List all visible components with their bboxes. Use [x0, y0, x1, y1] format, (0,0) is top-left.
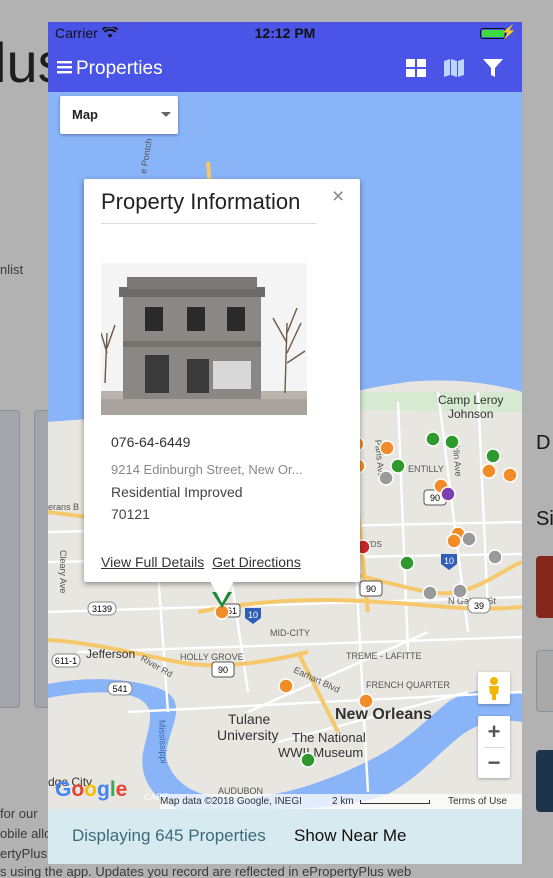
route-shield: 611-1: [55, 656, 77, 666]
property-marker[interactable]: [461, 531, 477, 547]
footer-bar: Displaying 645 Properties Show Near Me: [48, 809, 522, 864]
map-view-select-value: Map: [72, 107, 98, 122]
route-shield: 10: [248, 610, 258, 620]
map-label: University: [217, 727, 278, 743]
property-marker[interactable]: [399, 555, 415, 571]
route-shield: 90: [218, 665, 228, 675]
charging-icon: ⚡: [500, 24, 517, 39]
route-shield: 3139: [92, 604, 112, 614]
property-address: 9214 Edinburgh Street, New Or...: [111, 462, 303, 477]
zoom-in-button[interactable]: +: [478, 716, 510, 747]
nav-bar: Properties: [48, 44, 522, 92]
property-photo[interactable]: [101, 263, 307, 415]
popup-links: View Full Details Get Directions: [101, 554, 305, 570]
map-label: Mississippi: [157, 720, 169, 764]
view-full-details-link[interactable]: View Full Details: [101, 554, 204, 570]
map-label: WWII Museum: [278, 745, 363, 760]
property-marker[interactable]: [446, 533, 462, 549]
map-label: erans B: [48, 502, 79, 512]
property-count: Displaying 645 Properties: [72, 826, 266, 845]
route-shield: 90: [366, 584, 376, 594]
parcel-id: 076-64-6449: [111, 434, 191, 450]
map-icon[interactable]: [443, 58, 465, 78]
map-label: FRENCH QUARTER: [366, 680, 450, 690]
map-label: HOLLY GROVE: [180, 652, 244, 662]
map-label: TREME - LAFITTE: [346, 651, 422, 661]
route-shield: 10: [444, 556, 454, 566]
map-view[interactable]: Camp Leroy Johnson ENTILLY erans B OUNDS…: [48, 92, 522, 809]
property-marker[interactable]: [502, 467, 518, 483]
app-window: Carrier 12:12 PM ⚡ Properties Camp Leroy…: [48, 22, 522, 864]
status-time: 12:12 PM: [254, 25, 316, 41]
map-label: Tulane: [228, 711, 271, 727]
route-shield: 90: [430, 493, 440, 503]
map-label: Cleary Ave: [58, 550, 68, 593]
menu-icon[interactable]: [57, 58, 72, 80]
property-marker[interactable]: [425, 431, 441, 447]
map-view-select[interactable]: Map: [60, 96, 178, 134]
zoom-controls: + −: [478, 716, 510, 778]
street-view-button[interactable]: [478, 672, 510, 704]
map-label: ENTILLY: [408, 464, 444, 474]
map-attribution: Map data ©2018 Google, INEGI 2 km Terms …: [160, 794, 522, 809]
grid-icon[interactable]: [405, 58, 427, 78]
property-zip: 70121: [111, 506, 150, 522]
show-near-me-button[interactable]: Show Near Me: [294, 826, 406, 846]
property-type: Residential Improved: [111, 484, 243, 500]
status-bar: Carrier 12:12 PM ⚡: [48, 22, 522, 44]
zoom-out-button[interactable]: −: [478, 747, 510, 778]
popup-divider: [101, 223, 317, 224]
map-label: MID-CITY: [270, 628, 310, 638]
nav-menu-toggle[interactable]: Properties: [57, 58, 163, 80]
popup-title: Property Information: [101, 189, 301, 214]
chevron-down-icon: [161, 112, 171, 117]
route-shield: 39: [474, 601, 484, 611]
map-scale-bar: [360, 800, 430, 804]
property-marker[interactable]: [440, 486, 456, 502]
property-marker[interactable]: [485, 448, 501, 464]
property-marker[interactable]: [378, 470, 394, 486]
property-marker[interactable]: [452, 583, 468, 599]
map-label: The National: [292, 730, 366, 745]
map-label: Jefferson: [86, 647, 135, 661]
property-marker[interactable]: [481, 463, 497, 479]
map-data-text: Map data ©2018 Google, INEGI: [160, 796, 302, 807]
filter-icon[interactable]: [482, 58, 504, 78]
get-directions-link[interactable]: Get Directions: [212, 554, 301, 570]
property-marker[interactable]: [487, 549, 503, 565]
map-label: New Orleans: [335, 706, 432, 723]
property-marker[interactable]: [358, 693, 374, 709]
property-marker[interactable]: [390, 458, 406, 474]
property-marker[interactable]: [444, 434, 460, 450]
property-marker[interactable]: [300, 752, 316, 768]
close-icon[interactable]: ×: [332, 185, 344, 209]
google-logo: Google: [55, 778, 128, 801]
pegman-icon: [489, 677, 499, 700]
property-info-window: Property Information × 076-64-6449 9214 …: [84, 179, 360, 582]
map-scale-label: 2 km: [332, 796, 354, 807]
property-marker[interactable]: [422, 585, 438, 601]
route-shield: 541: [112, 684, 127, 694]
map-label: Johnson: [448, 407, 493, 421]
page-title: Properties: [76, 58, 163, 79]
terms-of-use-link[interactable]: Terms of Use: [448, 796, 507, 807]
property-marker[interactable]: [278, 678, 294, 694]
map-label: Camp Leroy: [438, 393, 503, 407]
property-marker[interactable]: [379, 440, 395, 456]
popup-pointer: [210, 581, 234, 603]
